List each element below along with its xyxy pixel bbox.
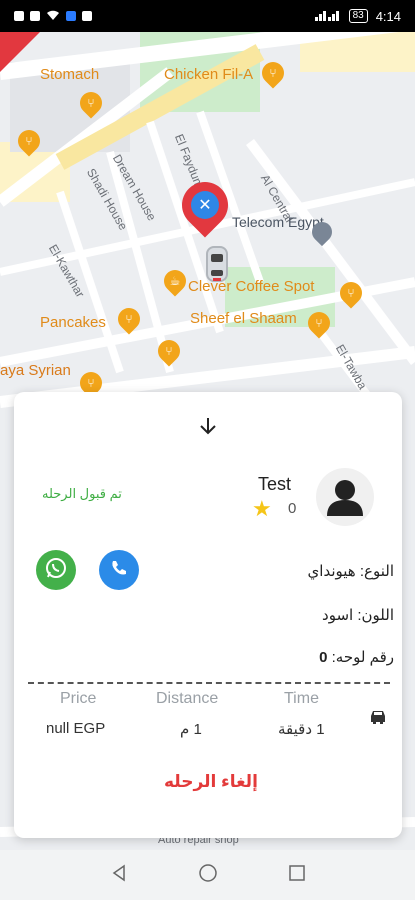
time-value: 1 دقيقة (278, 721, 325, 738)
plate-row: رقم لوحه: 0 (319, 648, 394, 666)
restaurant-poi-icon[interactable]: ⑂ (13, 125, 45, 157)
car-icon (368, 706, 388, 726)
plate-value: 0 (319, 649, 328, 666)
restaurant-poi-icon[interactable]: ⑂ (153, 335, 185, 367)
signal-icon (314, 9, 341, 24)
star-icon: ★ (252, 496, 272, 521)
status-bar: 83 4:14 (0, 0, 415, 32)
cancel-trip-button[interactable]: إلغاء الرحله (164, 772, 258, 792)
driver-avatar (316, 468, 374, 526)
battery-indicator: 83 (348, 9, 368, 23)
plate-label: رقم لوحه: (331, 649, 394, 666)
distance-header: Distance (156, 690, 219, 707)
car-type-label: النوع: (359, 563, 394, 580)
car-type-value: هيونداي (307, 563, 356, 580)
car-color-label: اللون: (357, 607, 394, 624)
notification-icon (30, 11, 40, 21)
car-type-row: النوع: هيونداي (308, 562, 394, 580)
recents-icon[interactable] (288, 864, 306, 887)
driver-name: Test (258, 474, 292, 494)
system-nav-bar (0, 850, 415, 900)
map-label-telecom[interactable]: Telecom Egypt (232, 214, 324, 230)
map-label-pancakes[interactable]: Pancakes (40, 314, 106, 331)
home-icon[interactable] (198, 863, 218, 888)
trip-status-label: تم قبول الرحله (42, 486, 122, 501)
notification-icons (14, 9, 92, 24)
driver-rating: 0 (288, 500, 297, 517)
restaurant-poi-icon[interactable]: ⑂ (303, 307, 335, 339)
route-icon: ✕ (191, 191, 219, 219)
phone-icon (110, 559, 128, 582)
map-label-stomach[interactable]: Stomach (40, 66, 99, 83)
price-value: null EGP (46, 720, 106, 737)
whatsapp-button[interactable] (36, 550, 76, 590)
car-color-value: اسود (322, 607, 354, 624)
clock: 4:14 (375, 8, 401, 24)
app-notification-icon (66, 11, 76, 21)
cafe-poi-icon[interactable]: ☕ (159, 265, 191, 297)
notification-icon (14, 11, 24, 21)
restaurant-poi-icon[interactable]: ⑂ (75, 87, 107, 119)
restaurant-poi-icon[interactable]: ⑂ (113, 303, 145, 335)
call-button[interactable] (99, 550, 139, 590)
whatsapp-icon (44, 556, 68, 585)
arrow-down-icon[interactable] (196, 414, 220, 438)
map-label-syrian[interactable]: aya Syrian (0, 362, 71, 379)
time-header: Time (284, 690, 319, 707)
wifi-icon (46, 9, 60, 24)
restaurant-poi-icon[interactable]: ⑂ (335, 277, 367, 309)
back-icon[interactable] (110, 864, 128, 887)
map-label-chicken-fila[interactable]: Chicken Fil-A (164, 66, 253, 83)
gallery-notification-icon (82, 11, 92, 21)
car-marker-icon (206, 246, 228, 282)
map-label-sheef[interactable]: Sheef el Shaam (190, 310, 297, 327)
map-label-clever-coffee[interactable]: Clever Coffee Spot (188, 278, 314, 295)
divider (28, 682, 390, 684)
car-color-row: اللون: اسود (322, 606, 394, 624)
distance-value: 1 م (180, 721, 202, 738)
price-header: Price (60, 690, 97, 707)
restaurant-poi-icon[interactable]: ⑂ (257, 57, 289, 89)
trip-details-sheet: تم قبول الرحله Test ★ 0 النوع: هيونداي ا… (14, 392, 402, 838)
